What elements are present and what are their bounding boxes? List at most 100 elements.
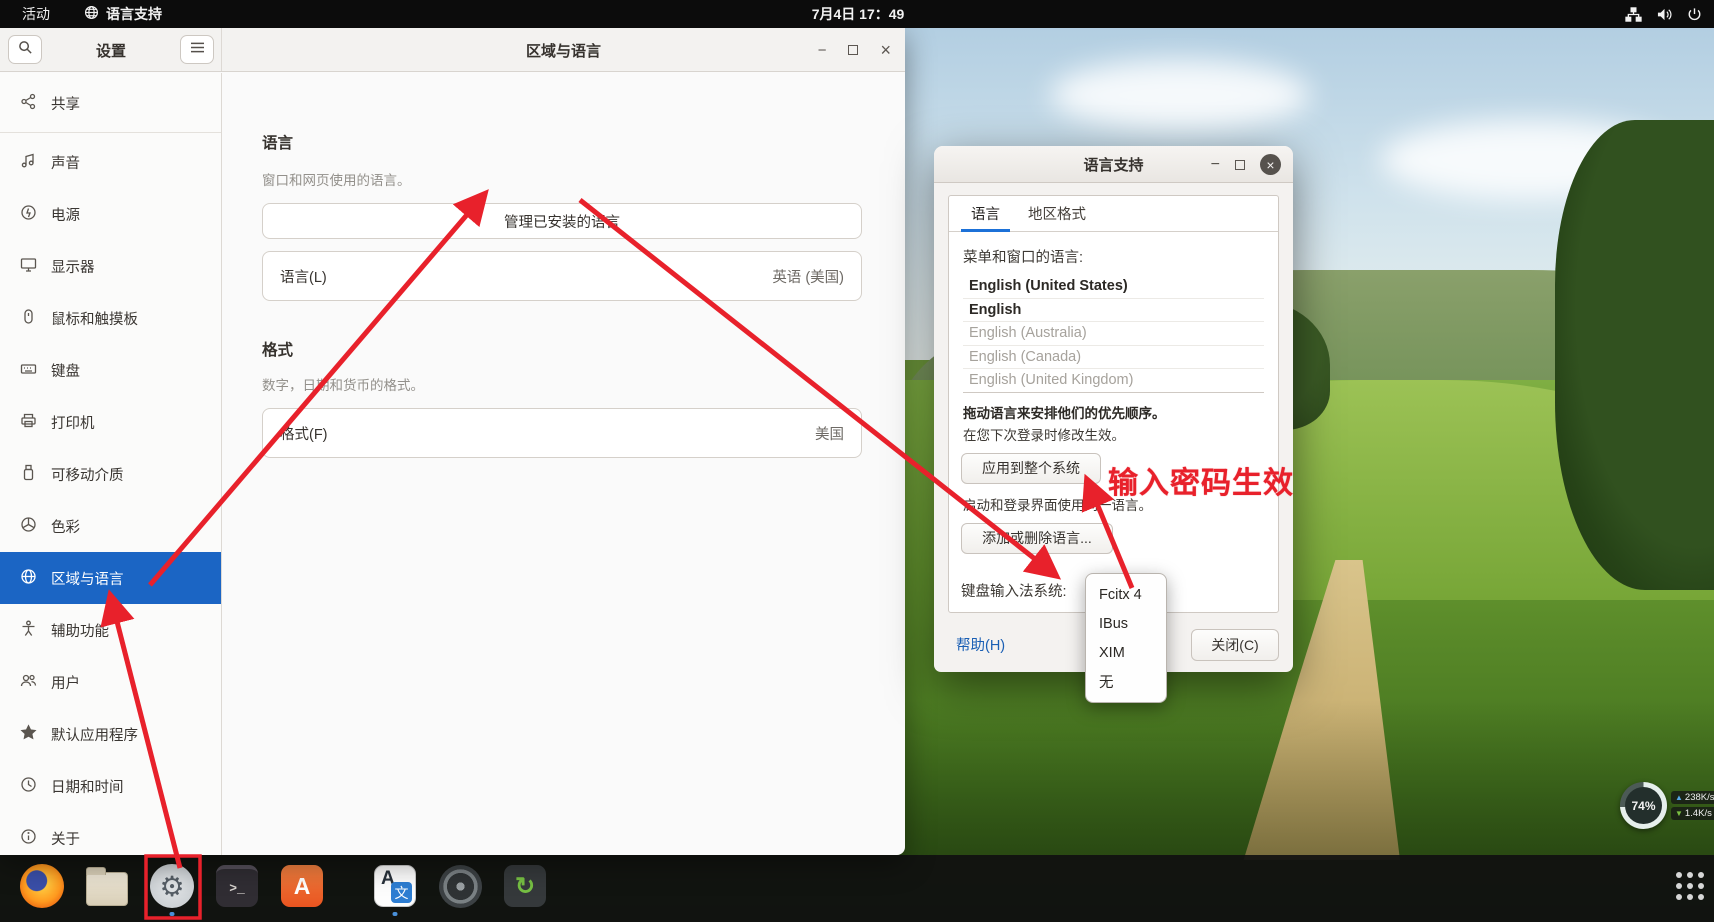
drag-hint: 拖动语言来安排他们的优先顺序。 bbox=[963, 402, 1266, 422]
sidebar-label: 关于 bbox=[51, 828, 80, 849]
tab-language[interactable]: 语言 bbox=[957, 196, 1014, 231]
printer-icon bbox=[20, 412, 37, 433]
minimize-icon[interactable]: − bbox=[818, 42, 827, 59]
dock-firefox[interactable] bbox=[20, 864, 64, 908]
ime-dropdown-menu: Fcitx 4 IBus XIM 无 bbox=[1085, 573, 1167, 703]
language-row[interactable]: 语言(L) 英语 (美国) bbox=[262, 251, 862, 301]
dock-terminal[interactable]: >_ bbox=[215, 864, 259, 908]
dock-media-player[interactable] bbox=[438, 864, 482, 908]
dialog-titlebar[interactable]: 语言支持 − × bbox=[934, 146, 1293, 183]
up-speed-value: 238K/s bbox=[1685, 792, 1714, 803]
close-icon[interactable]: × bbox=[1260, 154, 1281, 175]
language-list-item[interactable]: English bbox=[963, 299, 1264, 323]
sidebar-label: 默认应用程序 bbox=[51, 724, 138, 745]
sidebar-item-power[interactable]: 电源 bbox=[0, 188, 221, 240]
dock-software-updater[interactable]: ↻ bbox=[503, 864, 547, 908]
power-icon[interactable] bbox=[1687, 7, 1702, 22]
language-list-item[interactable]: English (Canada) bbox=[963, 346, 1264, 370]
clock[interactable]: 7月4日 17：49 bbox=[812, 4, 905, 24]
power-circle-icon bbox=[20, 204, 37, 225]
ime-option-fcitx4[interactable]: Fcitx 4 bbox=[1086, 580, 1166, 609]
activities-button[interactable]: 活动 bbox=[16, 4, 56, 24]
minimize-icon[interactable]: − bbox=[1211, 156, 1220, 174]
formats-section-desc: 数字，日期和货币的格式。 bbox=[262, 374, 424, 394]
language-name: English (Australia) bbox=[969, 325, 1087, 341]
sidebar-item-mouse[interactable]: 鼠标和触摸板 bbox=[0, 292, 221, 344]
running-indicator bbox=[170, 912, 175, 916]
maximize-icon[interactable] bbox=[1235, 160, 1245, 170]
sidebar-label: 可移动介质 bbox=[51, 464, 124, 485]
maximize-icon[interactable] bbox=[848, 45, 858, 55]
region-language-panel: 语言 窗口和网页使用的语言。 管理已安装的语言 语言(L) 英语 (美国) 格式… bbox=[222, 73, 905, 855]
tab-regional-formats[interactable]: 地区格式 bbox=[1014, 196, 1100, 231]
sidebar-item-accessibility[interactable]: 辅助功能 bbox=[0, 604, 221, 656]
settings-headerbar: 设置 区域与语言 − × bbox=[0, 28, 905, 72]
sidebar-label: 共享 bbox=[51, 93, 80, 114]
sidebar-item-about[interactable]: 关于 bbox=[0, 812, 221, 864]
menu-button[interactable] bbox=[180, 35, 214, 64]
focused-app-menu[interactable]: 语言支持 bbox=[84, 4, 162, 24]
sound-icon bbox=[20, 152, 37, 173]
sidebar-item-users[interactable]: 用户 bbox=[0, 656, 221, 708]
sidebar-item-region-language[interactable]: 区域与语言 bbox=[0, 552, 221, 604]
desktop: 活动 语言支持 7月4日 17：49 bbox=[0, 0, 1714, 922]
dock-settings[interactable]: ⚙ bbox=[150, 864, 194, 908]
dock-files[interactable] bbox=[85, 864, 129, 908]
apply-hint: 启动和登录界面使用同一语言。 bbox=[963, 494, 1266, 514]
volume-icon[interactable] bbox=[1656, 7, 1673, 22]
dock-fcitx[interactable]: A 文 bbox=[373, 864, 417, 908]
app-grid-button[interactable] bbox=[1676, 872, 1706, 902]
menus-language-label: 菜单和窗口的语言: bbox=[963, 246, 1266, 267]
firefox-icon bbox=[20, 864, 64, 908]
install-remove-languages-button[interactable]: 添加或删除语言... bbox=[961, 523, 1113, 554]
sidebar-label: 日期和时间 bbox=[51, 776, 124, 797]
language-name: English (Canada) bbox=[969, 349, 1081, 365]
wallpaper-trees bbox=[1555, 120, 1714, 590]
clock-icon bbox=[20, 776, 37, 797]
sidebar-item-removable-media[interactable]: 可移动介质 bbox=[0, 448, 221, 500]
system-monitor-widget[interactable]: 74% ▲ 238K/s ▼ 1.4K/s bbox=[1620, 782, 1714, 829]
usage-gauge: 74% bbox=[1620, 782, 1667, 829]
language-name: English bbox=[969, 302, 1021, 318]
sidebar-label: 色彩 bbox=[51, 516, 80, 537]
sidebar-item-displays[interactable]: 显示器 bbox=[0, 240, 221, 292]
sidebar-item-printers[interactable]: 打印机 bbox=[0, 396, 221, 448]
ime-option-xim[interactable]: XIM bbox=[1086, 638, 1166, 667]
terminal-icon: >_ bbox=[216, 865, 258, 907]
language-section-title: 语言 bbox=[262, 131, 293, 153]
ime-option-ibus[interactable]: IBus bbox=[1086, 609, 1166, 638]
login-hint: 在您下次登录时修改生效。 bbox=[963, 424, 1266, 444]
language-section-desc: 窗口和网页使用的语言。 bbox=[262, 169, 411, 189]
sidebar-item-keyboard[interactable]: 键盘 bbox=[0, 344, 221, 396]
language-list-item[interactable]: English (Australia) bbox=[963, 322, 1264, 346]
close-dialog-button[interactable]: 关闭(C) bbox=[1191, 629, 1279, 661]
color-icon bbox=[20, 516, 37, 537]
globe-icon bbox=[84, 5, 99, 23]
close-icon[interactable]: × bbox=[880, 40, 891, 61]
sidebar-item-sound[interactable]: 声音 bbox=[0, 136, 221, 188]
sidebar-item-sharing[interactable]: 共享 bbox=[0, 77, 221, 129]
download-speed: ▼ 1.4K/s bbox=[1671, 807, 1714, 820]
network-icon[interactable] bbox=[1625, 7, 1642, 22]
ime-system-label: 键盘输入法系统: bbox=[961, 580, 1067, 601]
mouse-icon bbox=[20, 308, 37, 329]
ime-option-none[interactable]: 无 bbox=[1086, 667, 1166, 696]
language-support-dialog: 语言支持 − × 语言 地区格式 菜单和窗口的语言: English (Unit… bbox=[934, 146, 1293, 672]
formats-row[interactable]: 格式(F) 美国 bbox=[262, 408, 862, 458]
cjk-wen-glyph: 文 bbox=[391, 882, 412, 903]
display-icon bbox=[20, 256, 37, 277]
keyboard-icon bbox=[20, 360, 37, 381]
down-speed-value: 1.4K/s bbox=[1685, 808, 1712, 819]
sidebar-item-datetime[interactable]: 日期和时间 bbox=[0, 760, 221, 812]
help-button[interactable]: 帮助(H) bbox=[948, 630, 1013, 659]
sidebar-label: 键盘 bbox=[51, 360, 80, 381]
language-list-item[interactable]: English (United Kingdom) bbox=[963, 369, 1264, 393]
sidebar-item-default-apps[interactable]: 默认应用程序 bbox=[0, 708, 221, 760]
dock-ubuntu-software[interactable]: A bbox=[280, 864, 324, 908]
language-list-item[interactable]: English (United States) bbox=[963, 275, 1264, 299]
focused-app-title: 语言支持 bbox=[106, 4, 162, 24]
apply-system-wide-button[interactable]: 应用到整个系统 bbox=[961, 453, 1101, 484]
language-row-value: 英语 (美国) bbox=[772, 266, 844, 287]
manage-installed-languages-button[interactable]: 管理已安装的语言 bbox=[262, 203, 862, 239]
sidebar-item-color[interactable]: 色彩 bbox=[0, 500, 221, 552]
